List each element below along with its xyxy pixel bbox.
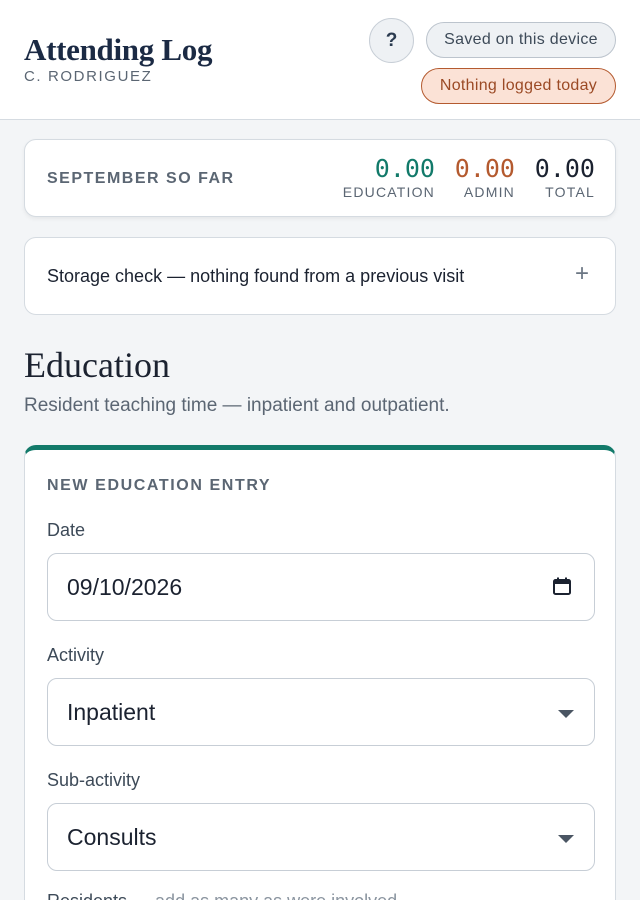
- today-status-badge: Nothing logged today: [421, 68, 616, 104]
- summary-label: SEPTEMBER SO FAR: [47, 170, 235, 187]
- month-summary-card: SEPTEMBER SO FAR 0.00 EDUCATION 0.00 ADM…: [24, 139, 616, 217]
- chevron-down-icon: [558, 710, 574, 718]
- section-title: Education: [24, 345, 170, 385]
- grand-total: 0.00: [534, 154, 595, 183]
- subactivity-select[interactable]: Consults: [47, 803, 595, 871]
- subactivity-label: Sub-activity: [47, 770, 141, 790]
- education-stat: 0.00 EDUCATION: [341, 154, 435, 200]
- admin-stat: 0.00 ADMIN: [449, 154, 515, 200]
- chevron-down-icon: [558, 835, 574, 843]
- total-stat-label: TOTAL: [545, 184, 595, 200]
- education-stat-label: EDUCATION: [342, 184, 435, 200]
- residents-label: Residents — add as many as were involved: [47, 891, 397, 900]
- admin-total: 0.00: [454, 154, 515, 183]
- residents-hint: — add as many as were involved: [127, 891, 397, 900]
- education-total: 0.00: [374, 154, 435, 183]
- section-subtitle: Resident teaching time — inpatient and o…: [24, 395, 450, 416]
- total-stat: 0.00 TOTAL: [531, 154, 595, 200]
- help-button[interactable]: ?: [369, 18, 414, 63]
- subactivity-value: Consults: [67, 824, 157, 850]
- date-label: Date: [47, 520, 86, 540]
- activity-label: Activity: [47, 645, 105, 665]
- user-name: C. RODRIGUEZ: [24, 68, 153, 85]
- date-value: 09/10/2026: [67, 574, 183, 600]
- app-header: Attending Log C. RODRIGUEZ ? Saved on th…: [0, 0, 640, 120]
- activity-select[interactable]: Inpatient: [47, 678, 595, 746]
- admin-stat-label: ADMIN: [463, 184, 515, 200]
- new-education-entry-form: NEW EDUCATION ENTRY Date 09/10/2026 Acti…: [24, 445, 616, 900]
- date-field[interactable]: 09/10/2026: [47, 553, 595, 621]
- activity-value: Inpatient: [67, 699, 156, 725]
- saved-status-badge: Saved on this device: [426, 22, 616, 58]
- residents-label-text: Residents: [47, 891, 127, 900]
- storage-check-text: Storage check — nothing found from a pre…: [47, 266, 465, 286]
- plus-icon[interactable]: +: [575, 260, 589, 288]
- calendar-icon[interactable]: [552, 576, 572, 596]
- form-heading: NEW EDUCATION ENTRY: [47, 477, 272, 494]
- app-title: Attending Log: [24, 32, 213, 67]
- storage-check-panel[interactable]: Storage check — nothing found from a pre…: [24, 237, 616, 315]
